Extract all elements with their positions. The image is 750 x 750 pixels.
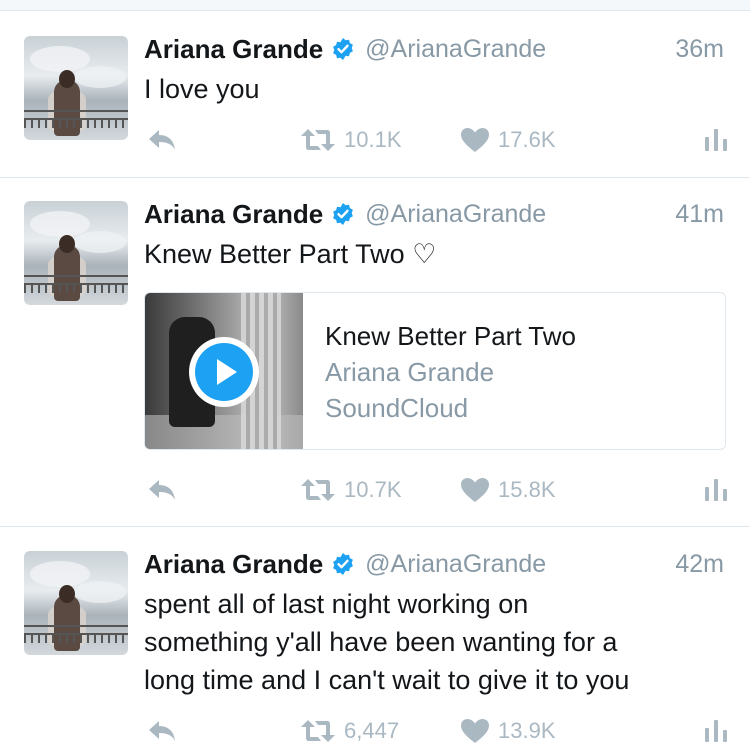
heart-icon [461,478,489,502]
tweet-timestamp[interactable]: 41m [675,196,724,232]
author-handle[interactable]: @ArianaGrande [365,550,546,579]
tweet-text-line: something y'all have been wanting for a [144,627,618,657]
retweet-button[interactable]: 10.1K [300,124,402,156]
tweet-text-line: spent all of last night working on [144,589,529,619]
analytics-button[interactable] [704,715,728,747]
tweet-text-line: long time and I can't wait to give it to… [144,665,630,695]
play-button[interactable] [189,337,259,407]
author-handle[interactable]: @ArianaGrande [365,200,546,229]
tweet-header: Ariana Grande @ArianaGrande [144,31,546,67]
tweet-timestamp[interactable]: 42m [675,546,724,582]
top-divider [0,0,750,11]
retweet-button[interactable]: 6,447 [300,715,399,747]
avatar[interactable] [24,551,128,655]
reply-icon [149,721,175,741]
analytics-icon [705,129,727,151]
like-button[interactable]: 13.9K [460,715,556,747]
card-title: Knew Better Part Two [325,321,576,351]
reply-icon [149,130,175,150]
retweet-icon [301,479,335,501]
tweet[interactable]: Ariana Grande @ArianaGrande 41m Knew Bet… [0,178,750,527]
avatar[interactable] [24,36,128,140]
retweet-count: 6,447 [344,718,400,743]
tweet-actions: 10.7K 15.8K [144,474,728,506]
author-name[interactable]: Ariana Grande [144,34,323,65]
verified-badge-icon [333,38,354,60]
heart-icon [461,128,489,152]
card-thumbnail[interactable] [145,293,303,449]
retweet-icon [301,720,335,742]
like-count: 15.8K [498,477,556,502]
verified-badge-icon [333,553,354,575]
verified-badge-icon [333,203,354,225]
retweet-button[interactable]: 10.7K [300,474,402,506]
card-source: SoundCloud [325,393,469,423]
like-count: 17.6K [498,127,556,152]
tweet[interactable]: Ariana Grande @ArianaGrande 36m I love y… [0,11,750,178]
author-handle[interactable]: @ArianaGrande [365,35,546,64]
tweet-text: I love you [144,74,260,104]
card-artist: Ariana Grande [325,357,495,387]
like-count: 13.9K [498,718,556,743]
tweet-header: Ariana Grande @ArianaGrande [144,546,546,582]
author-name[interactable]: Ariana Grande [144,199,323,230]
retweet-count: 10.1K [344,127,402,152]
play-icon [217,359,237,385]
retweet-count: 10.7K [344,477,402,502]
tweet-actions: 6,447 13.9K [144,715,728,747]
reply-icon [149,480,175,500]
tweet-text: Knew Better Part Two ♡ [144,239,437,269]
reply-button[interactable] [146,474,178,506]
heart-icon [461,719,489,743]
tweet-timestamp[interactable]: 36m [675,31,724,67]
retweet-icon [301,129,335,151]
tweet-actions: 10.1K 17.6K [144,124,728,156]
tweet-header: Ariana Grande @ArianaGrande [144,196,546,232]
author-name[interactable]: Ariana Grande [144,549,323,580]
like-button[interactable]: 17.6K [460,124,556,156]
avatar[interactable] [24,201,128,305]
analytics-button[interactable] [704,124,728,156]
reply-button[interactable] [146,124,178,156]
analytics-button[interactable] [704,474,728,506]
tweet[interactable]: Ariana Grande @ArianaGrande 42m spent al… [0,527,750,750]
analytics-icon [705,720,727,742]
reply-button[interactable] [146,715,178,747]
analytics-icon [705,479,727,501]
soundcloud-card[interactable]: Knew Better Part Two Ariana Grande Sound… [144,292,726,450]
like-button[interactable]: 15.8K [460,474,556,506]
